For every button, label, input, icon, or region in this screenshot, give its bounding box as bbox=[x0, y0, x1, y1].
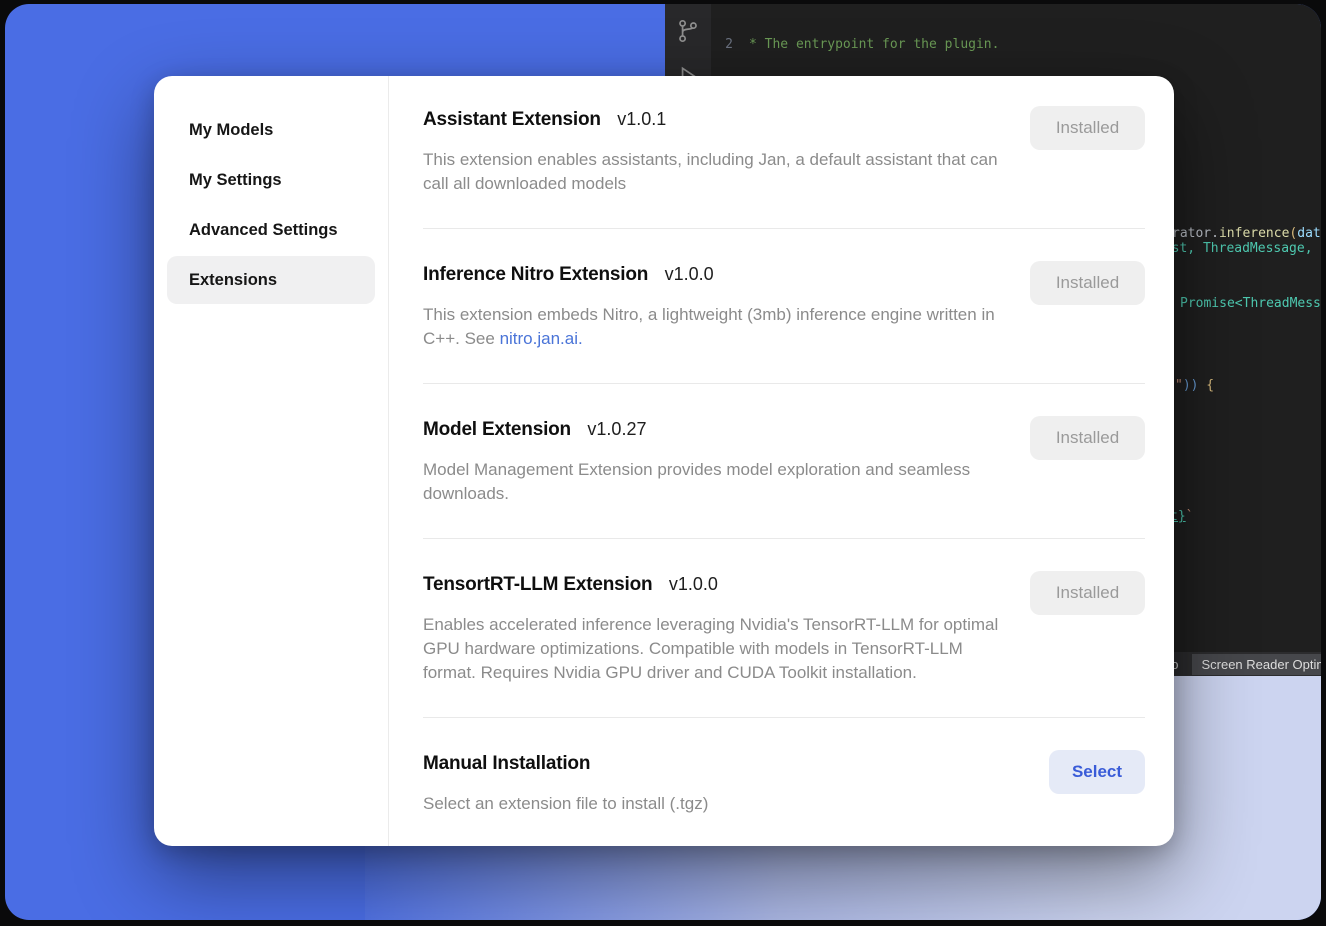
sidebar-item-advanced-settings[interactable]: Advanced Settings bbox=[167, 206, 375, 254]
installed-button[interactable]: Installed bbox=[1030, 106, 1145, 150]
extension-version: v1.0.0 bbox=[669, 574, 718, 594]
code-fragment-promise: Promise<ThreadMessage> bbox=[1180, 296, 1321, 311]
select-file-button[interactable]: Select bbox=[1049, 750, 1145, 794]
extension-description: This extension embeds Nitro, a lightweig… bbox=[423, 303, 1001, 351]
extension-name: Model Extension bbox=[423, 419, 571, 440]
extension-version: v1.0.1 bbox=[617, 109, 666, 129]
installed-button[interactable]: Installed bbox=[1030, 571, 1145, 615]
extensions-list: Assistant Extension v1.0.1 This extensio… bbox=[389, 76, 1174, 846]
extension-row-tensorrt: TensortRT-LLM Extension v1.0.0 Enables a… bbox=[423, 539, 1145, 718]
extension-row-assistant: Assistant Extension v1.0.1 This extensio… bbox=[423, 106, 1145, 229]
extension-row-nitro: Inference Nitro Extension v1.0.0 This ex… bbox=[423, 229, 1145, 384]
desktop-background: 2* The entrypoint for the plugin. 3*/ 4 … bbox=[5, 4, 1321, 920]
extension-description: This extension enables assistants, inclu… bbox=[423, 148, 1001, 196]
extension-row-model: Model Extension v1.0.27 Model Management… bbox=[423, 384, 1145, 539]
settings-sidebar: My Models My Settings Advanced Settings … bbox=[154, 76, 389, 846]
code-fragment-inference: rator.inference(data)); bbox=[1172, 226, 1321, 241]
extension-description: Model Management Extension provides mode… bbox=[423, 458, 1001, 506]
extension-name: TensortRT-LLM Extension bbox=[423, 574, 652, 595]
settings-modal: My Models My Settings Advanced Settings … bbox=[154, 76, 1174, 846]
installed-button[interactable]: Installed bbox=[1030, 261, 1145, 305]
git-branch-icon[interactable] bbox=[675, 18, 701, 44]
code-line: 2* The entrypoint for the plugin. bbox=[711, 36, 1321, 53]
screen-reader-status-item[interactable]: Screen Reader Optimize bbox=[1192, 654, 1321, 675]
extension-description: Enables accelerated inference leveraging… bbox=[423, 613, 1001, 685]
code-fragment-close-brace: ")) { bbox=[1175, 378, 1214, 393]
extension-description: Select an extension file to install (.tg… bbox=[423, 792, 708, 816]
extension-row-manual-install: Manual Installation Select an extension … bbox=[423, 718, 1145, 846]
installed-button[interactable]: Installed bbox=[1030, 416, 1145, 460]
extension-name: Inference Nitro Extension bbox=[423, 264, 648, 285]
sidebar-item-extensions[interactable]: Extensions bbox=[167, 256, 375, 304]
sidebar-item-my-models[interactable]: My Models bbox=[167, 106, 375, 154]
nitro-jan-ai-link[interactable]: nitro.jan.ai. bbox=[500, 329, 583, 348]
extension-version: v1.0.0 bbox=[665, 264, 714, 284]
sidebar-item-my-settings[interactable]: My Settings bbox=[167, 156, 375, 204]
extension-version: v1.0.27 bbox=[587, 419, 646, 439]
extension-name: Manual Installation bbox=[423, 753, 590, 774]
extension-name: Assistant Extension bbox=[423, 109, 601, 130]
